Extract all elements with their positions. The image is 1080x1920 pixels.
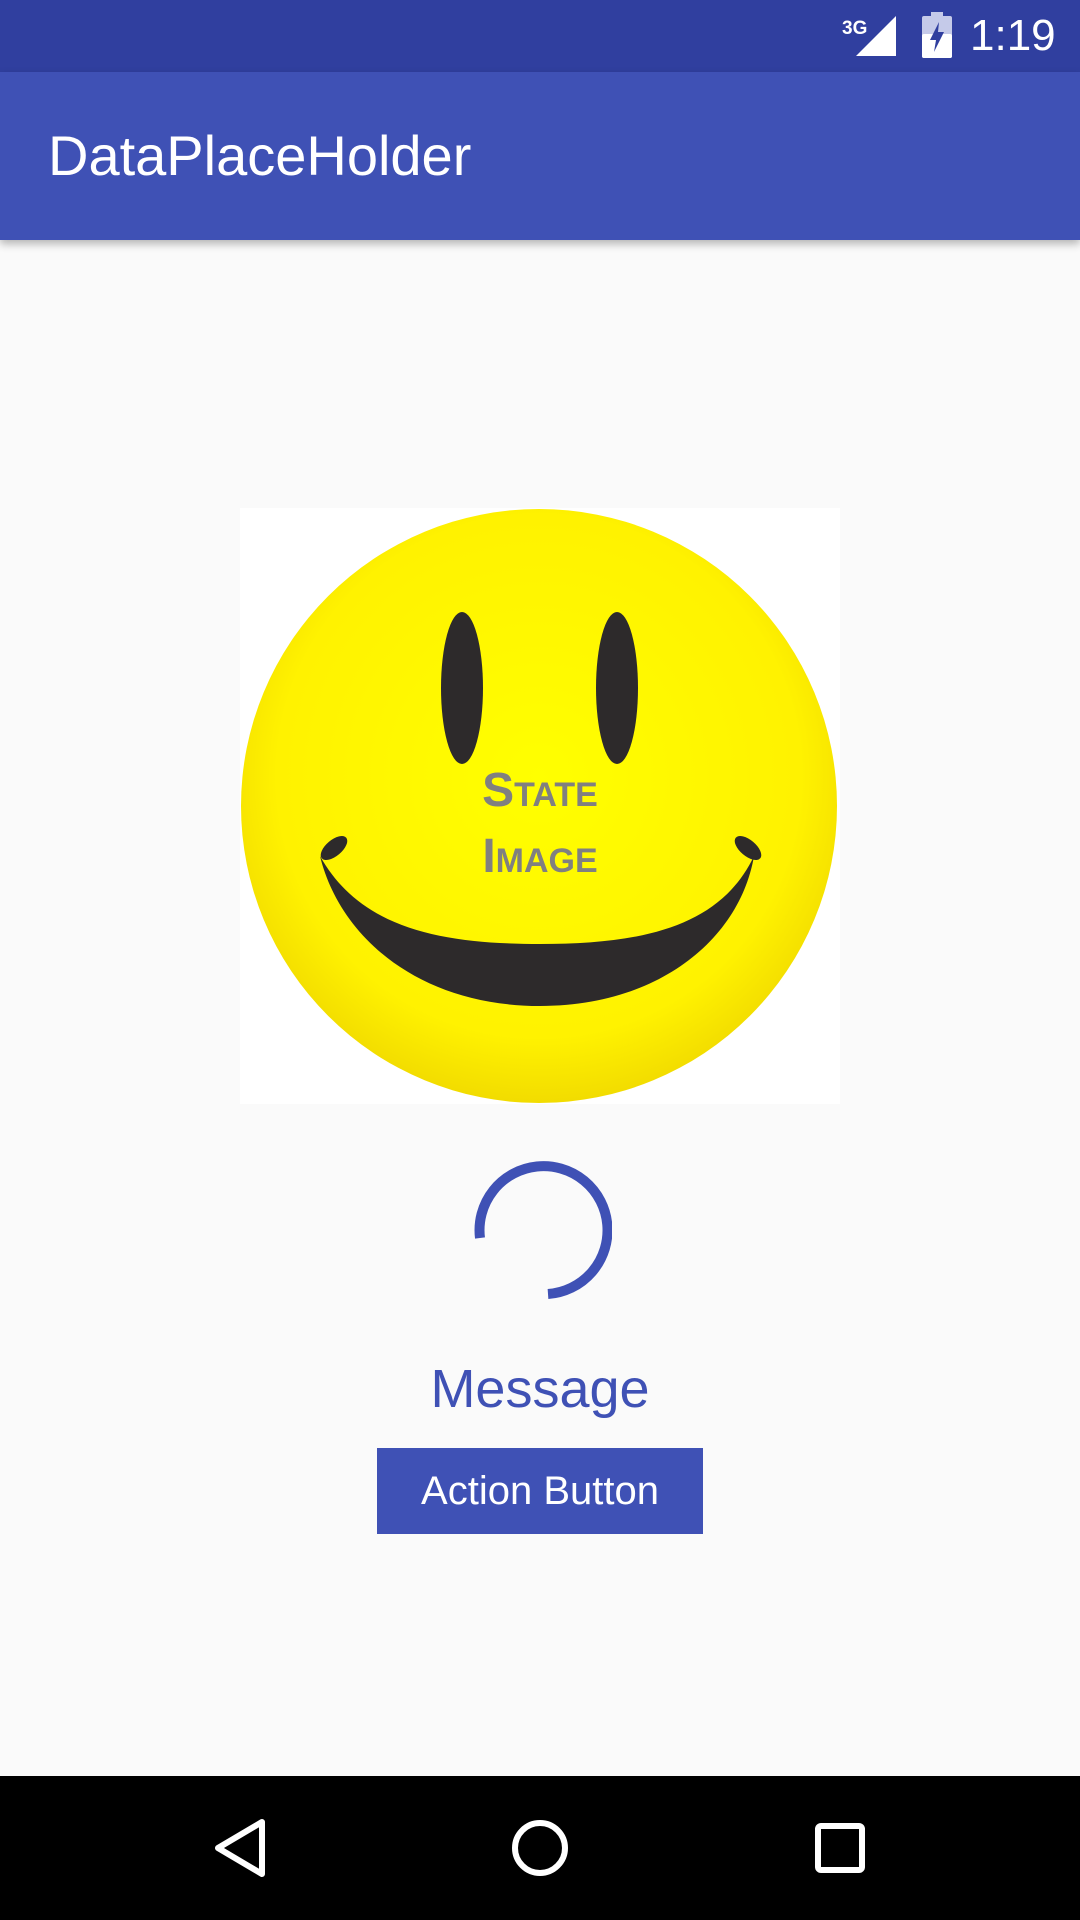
status-clock: 1:19 [970, 11, 1056, 60]
state-image: State Image [240, 508, 840, 1104]
app-title: DataPlaceHolder [48, 124, 472, 187]
smiley-face-icon: State Image [241, 509, 837, 1103]
home-icon[interactable] [492, 1800, 588, 1896]
status-message: Message [430, 1359, 650, 1419]
recents-icon[interactable] [792, 1800, 888, 1896]
back-icon[interactable] [192, 1800, 288, 1896]
image-text-line1: State [482, 764, 598, 817]
left-eye [441, 612, 483, 764]
image-text-line2: Image [482, 830, 597, 883]
action-button[interactable]: Action Button [377, 1448, 703, 1534]
battery-charging-icon [922, 12, 952, 58]
right-eye [596, 612, 638, 764]
loading-spinner-icon [474, 1161, 612, 1299]
status-bar: 3G 1:19 [0, 0, 1080, 72]
signal-icon: 3G [842, 16, 896, 56]
app-bar: DataPlaceHolder [0, 72, 1080, 240]
navigation-bar [0, 1776, 1080, 1920]
network-type-label: 3G [842, 18, 867, 39]
